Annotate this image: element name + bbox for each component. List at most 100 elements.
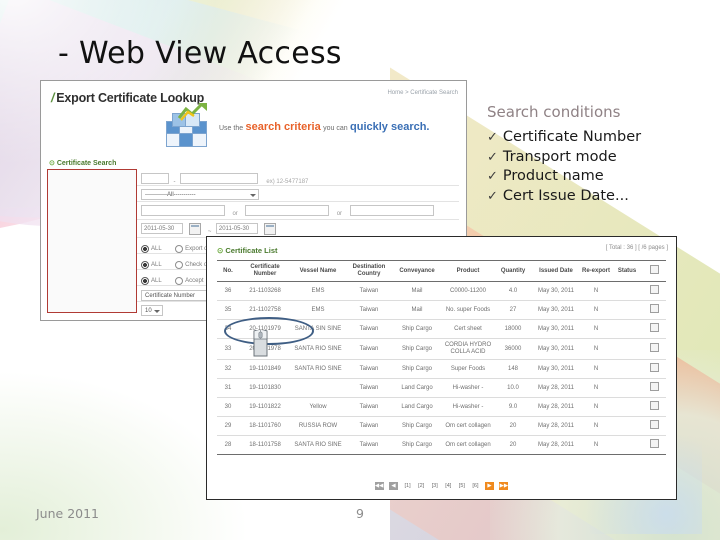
list-item-label: Certificate Number	[502, 129, 642, 145]
mouse-cursor-icon	[253, 330, 268, 357]
issue-date-to-input[interactable]: 2011-05-30	[215, 223, 258, 235]
cell-destination-country: Taiwan	[345, 416, 393, 436]
product-input-2[interactable]	[245, 205, 330, 217]
cell-status	[611, 435, 643, 455]
bullet-dot-icon: ⊙	[217, 246, 224, 255]
cell-destination-country: Taiwan	[345, 378, 393, 398]
column-header-conveyance[interactable]: Conveyance	[393, 260, 441, 282]
product-field-group[interactable]: or or	[141, 202, 434, 220]
table-row[interactable]: 30 19-1101822 Yellow Taiwan Land Cargo Hi-was…	[217, 397, 666, 417]
pagination-page-2[interactable]: [2]	[417, 482, 425, 490]
table-row[interactable]: 35 21-1102758 EMS Taiwan Mail No. super Foods…	[217, 300, 666, 320]
slide-page-number: 9	[356, 506, 364, 521]
table-row[interactable]: 32 19-1101849 SANTA RIO SINE Taiwan Ship Car…	[217, 359, 666, 379]
row-checkbox[interactable]	[650, 363, 659, 372]
cell-status	[611, 416, 643, 436]
product-input-3[interactable]	[349, 205, 434, 217]
radio-all[interactable]	[141, 244, 149, 253]
column-header-status[interactable]: Status	[611, 260, 643, 282]
pagination-page-4[interactable]: [4]	[444, 482, 452, 490]
cell-vessel-name: EMS	[291, 281, 345, 301]
column-header-vessel-name[interactable]: Vessel Name	[291, 260, 345, 282]
pagination-next-button[interactable]: ▶	[484, 481, 494, 490]
cell-conveyance: Ship Cargo	[393, 319, 441, 339]
calendar-icon[interactable]	[264, 222, 277, 235]
column-header-destination-country[interactable]: Destination Country	[345, 260, 393, 282]
transport-mode-select[interactable]: -----------All-----------	[141, 189, 259, 201]
search-conditions-block: Search conditions ✓ Certificate Number ✓ T…	[487, 103, 712, 206]
sort-by-select[interactable]: Certificate Number	[141, 290, 215, 302]
radio-all[interactable]	[141, 260, 149, 269]
row-checkbox[interactable]	[650, 343, 659, 352]
list-item-label: Transport mode	[502, 148, 617, 165]
pagination-prev-button[interactable]: ◀	[389, 481, 399, 490]
row-checkbox[interactable]	[650, 382, 659, 391]
pagination-page-5[interactable]: [5]	[458, 482, 466, 490]
column-header-certificate-number[interactable]: Certificate Number	[239, 260, 291, 282]
pagination-page-3[interactable]: [3]	[431, 482, 439, 490]
column-header-re-export[interactable]: Re-export	[581, 260, 611, 282]
certificate-list-section-label: Certificate List	[225, 246, 278, 255]
show-results-select[interactable]: 10	[141, 305, 163, 317]
row-checkbox[interactable]	[650, 439, 659, 448]
table-row[interactable]: 36 21-1103268 EMS Taiwan Mail C0000-11200 4.0 M…	[217, 281, 666, 301]
list-item: ✓ Certificate Number	[487, 128, 712, 148]
row-checkbox[interactable]	[650, 285, 659, 294]
cert-number-prefix-input[interactable]	[141, 173, 169, 185]
cell-destination-country: Taiwan	[345, 319, 393, 339]
cell-no: 29	[217, 416, 239, 436]
cell-issued-date: May 30, 2011	[531, 319, 581, 339]
radio-accept[interactable]	[175, 276, 184, 285]
search-conditions-list: ✓ Certificate Number ✓ Transport mode ✓ Pro…	[487, 128, 712, 206]
cell-conveyance: Land Cargo	[393, 378, 441, 398]
radio-export-only[interactable]	[175, 244, 184, 253]
growth-arrow-icon	[177, 103, 207, 121]
radio-label: ALL	[151, 277, 162, 284]
certificate-search-section-label: Certificate Search	[56, 160, 117, 167]
cell-destination-country: Taiwan	[345, 435, 393, 455]
banner-message: Use the search criteria you can quickly …	[219, 121, 430, 133]
column-header-issued-date[interactable]: Issued Date	[531, 260, 581, 282]
cell-status	[611, 359, 643, 379]
cell-quantity: 148	[495, 359, 531, 379]
radio-all[interactable]	[141, 276, 149, 285]
cell-re-export: N	[581, 319, 611, 339]
select-all-checkbox[interactable]	[650, 265, 659, 274]
cell-no: 36	[217, 281, 239, 301]
cell-no: 32	[217, 359, 239, 379]
calendar-icon[interactable]	[189, 222, 202, 235]
row-checkbox[interactable]	[650, 420, 659, 429]
radio-check-only[interactable]	[175, 260, 184, 269]
column-header-quantity[interactable]: Quantity	[495, 260, 531, 282]
cell-select	[643, 435, 666, 455]
table-row[interactable]: 31 19-1101830 Taiwan Land Cargo Hi-washer -1…	[217, 378, 666, 398]
column-header-no[interactable]: No.	[217, 260, 239, 282]
row-checkbox[interactable]	[650, 401, 659, 410]
cell-product: Cert sheet	[441, 319, 495, 339]
cell-select	[643, 319, 666, 339]
cell-quantity: 9.0	[495, 397, 531, 417]
row-checkbox[interactable]	[650, 304, 659, 313]
cell-issued-date: May 30, 2011	[531, 300, 581, 320]
cell-no: 30	[217, 397, 239, 417]
show-results-field-group[interactable]: 10	[141, 302, 163, 320]
cell-conveyance: Ship Cargo	[393, 359, 441, 379]
table-row[interactable]: 28 18-1101758 SANTA RIO SINE Taiwan Ship Car…	[217, 435, 666, 455]
cert-number-suffix-input[interactable]	[179, 173, 258, 185]
cell-product: Hi-washer -	[441, 378, 495, 398]
cell-destination-country: Taiwan	[345, 397, 393, 417]
product-input-1[interactable]	[141, 205, 225, 217]
field-label-callout-box	[47, 169, 137, 313]
pagination-last-button[interactable]: ▶▶	[499, 481, 509, 490]
table-row[interactable]: 29 18-1101760 RUSSIA ROW Taiwan Ship Cargo Om…	[217, 416, 666, 436]
check-icon: ✓	[487, 130, 498, 145]
pagination-page-6[interactable]: [6]	[471, 482, 479, 490]
pagination-page-1[interactable]: [1]	[403, 482, 411, 490]
row-checkbox[interactable]	[650, 323, 659, 332]
issue-date-from-input[interactable]: 2011-05-30	[141, 223, 183, 235]
pagination-first-button[interactable]: ◀◀	[374, 481, 384, 490]
column-header-select	[643, 260, 666, 282]
cell-issued-date: May 28, 2011	[531, 435, 581, 455]
cell-vessel-name: SANTA RIO SINE	[291, 435, 345, 455]
column-header-product[interactable]: Product	[441, 260, 495, 282]
